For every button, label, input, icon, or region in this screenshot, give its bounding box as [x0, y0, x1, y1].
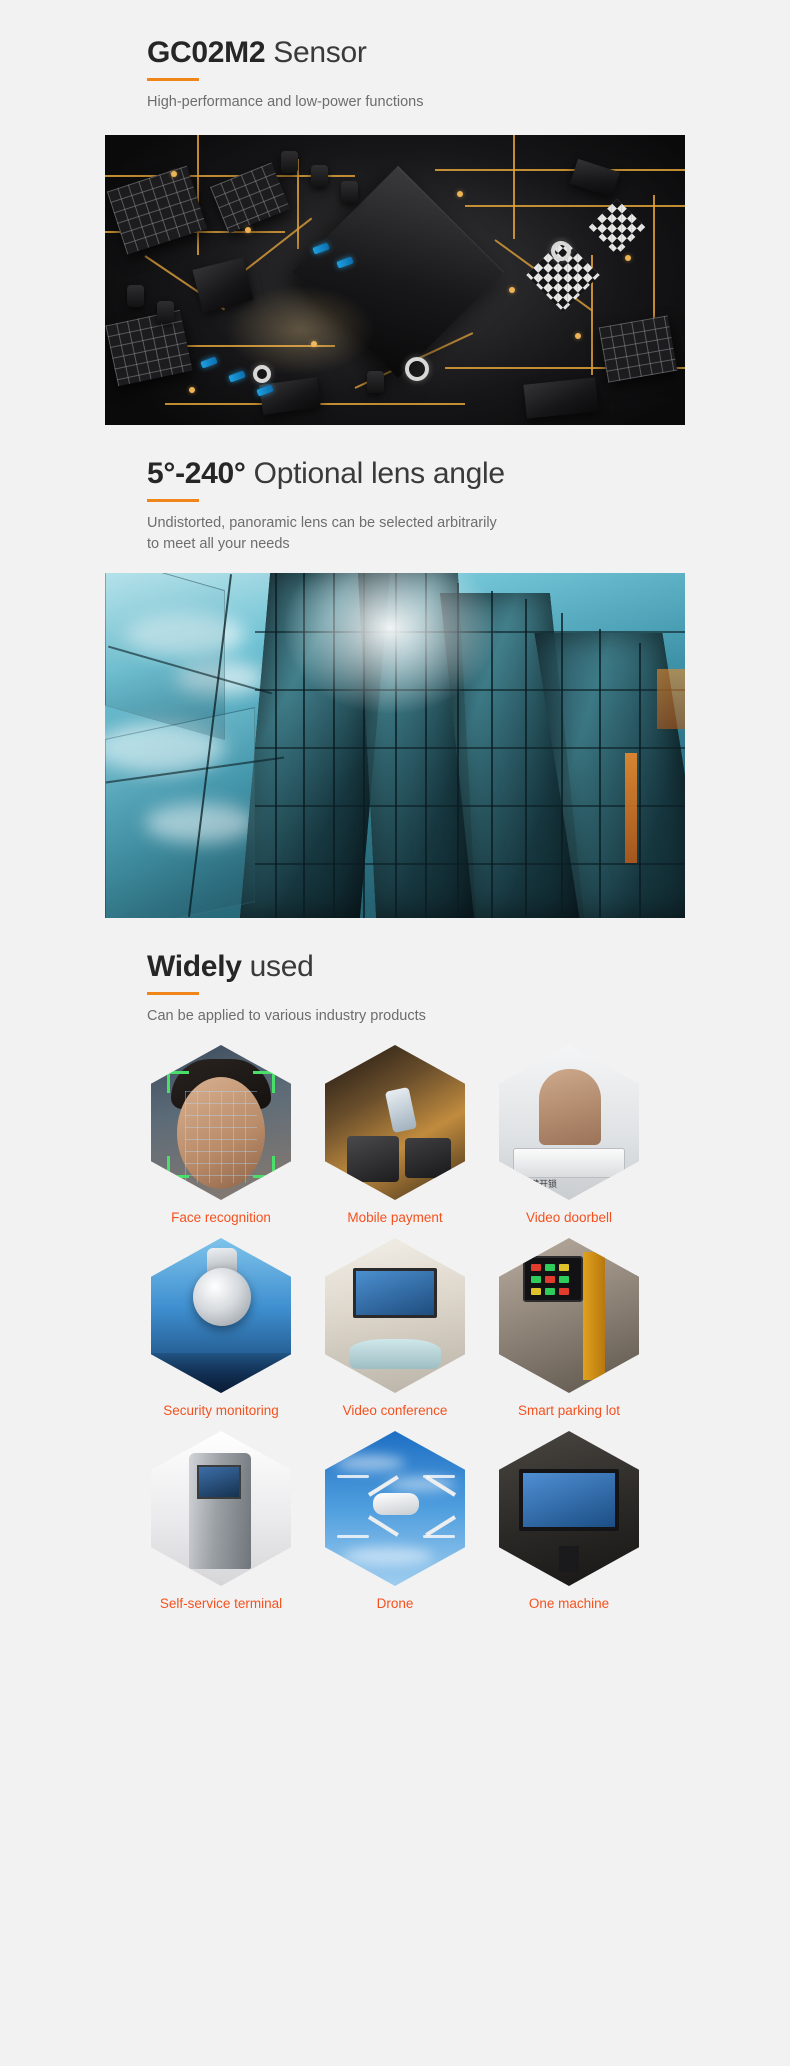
application-item-video-doorbell[interactable]: 一键开锁 Video doorbell: [495, 1045, 643, 1226]
lens-subtitle-line2: to meet all your needs: [147, 536, 290, 552]
application-item-one-machine[interactable]: One machine: [495, 1431, 643, 1612]
widely-heading-light: used: [241, 950, 314, 983]
widely-subtitle: Can be applied to various industry produ…: [147, 1008, 426, 1024]
face-recognition-photo: [151, 1045, 291, 1200]
application-label: Video conference: [342, 1403, 448, 1418]
lens-subtitle-line1: Undistorted, panoramic lens can be selec…: [147, 515, 497, 531]
smart-parking-photo: [499, 1238, 639, 1393]
self-service-kiosk-photo: [151, 1431, 291, 1586]
application-label: Smart parking lot: [517, 1403, 621, 1418]
application-item-video-conference[interactable]: Video conference: [321, 1238, 469, 1419]
one-machine-photo: [499, 1431, 639, 1586]
lens-heading: 5°-240° Optional lens angle: [147, 455, 695, 493]
section-widely-used: Widely used Can be applied to various in…: [95, 918, 695, 1027]
application-row: Security monitoring Video conference Sma…: [95, 1238, 695, 1419]
application-item-security-monitoring[interactable]: Security monitoring: [147, 1238, 295, 1419]
sensor-subtitle: High-performance and low-power functions: [147, 94, 424, 110]
application-item-mobile-payment[interactable]: Mobile payment: [321, 1045, 469, 1226]
application-item-face-recognition[interactable]: Face recognition: [147, 1045, 295, 1226]
application-label: Video doorbell: [525, 1210, 613, 1225]
doorbell-caption: 一键开锁: [521, 1179, 558, 1189]
mobile-payment-photo: [325, 1045, 465, 1200]
lens-heading-block: 5°-240° Optional lens angle Undistorted,…: [95, 425, 695, 555]
product-detail-page: GC02M2 Sensor High-performance and low-p…: [0, 0, 790, 2066]
section-sensor: GC02M2 Sensor High-performance and low-p…: [95, 0, 695, 113]
widely-heading-block: Widely used Can be applied to various in…: [95, 918, 695, 1027]
video-conference-photo: [325, 1238, 465, 1393]
lens-accent-bar: [147, 499, 199, 502]
application-label: Mobile payment: [347, 1210, 443, 1225]
lens-heading-strong: 5°-240°: [147, 457, 246, 490]
widely-heading-strong: Widely: [147, 950, 242, 983]
sensor-heading-block: GC02M2 Sensor High-performance and low-p…: [95, 0, 695, 113]
sensor-heading-light: Sensor: [265, 36, 367, 69]
application-label: Security monitoring: [163, 1403, 279, 1418]
security-camera-photo: [151, 1238, 291, 1393]
application-item-smart-parking-lot[interactable]: Smart parking lot: [495, 1238, 643, 1419]
sensor-accent-bar: [147, 78, 199, 81]
glass-building-photo: [105, 573, 685, 918]
application-label: Face recognition: [171, 1210, 271, 1225]
application-grid: Face recognition Mobile payment 一键开锁 Vid…: [95, 1027, 695, 1612]
application-row: Self-service terminal Drone One machine: [95, 1431, 695, 1612]
application-row: Face recognition Mobile payment 一键开锁 Vid…: [95, 1045, 695, 1226]
application-item-self-service-terminal[interactable]: Self-service terminal: [147, 1431, 295, 1612]
sensor-heading: GC02M2 Sensor: [147, 34, 695, 72]
application-label: Self-service terminal: [159, 1596, 283, 1611]
widely-heading: Widely used: [147, 948, 695, 986]
application-label: One machine: [528, 1596, 610, 1611]
widely-accent-bar: [147, 992, 199, 995]
application-item-drone[interactable]: Drone: [321, 1431, 469, 1612]
sensor-heading-strong: GC02M2: [147, 36, 266, 69]
application-label: Drone: [376, 1596, 414, 1611]
section-lens-angle: 5°-240° Optional lens angle Undistorted,…: [95, 425, 695, 555]
video-doorbell-photo: 一键开锁: [499, 1045, 639, 1200]
circuit-board-photo: [105, 135, 685, 425]
drone-photo: [325, 1431, 465, 1586]
lens-heading-light: Optional lens angle: [245, 457, 505, 490]
